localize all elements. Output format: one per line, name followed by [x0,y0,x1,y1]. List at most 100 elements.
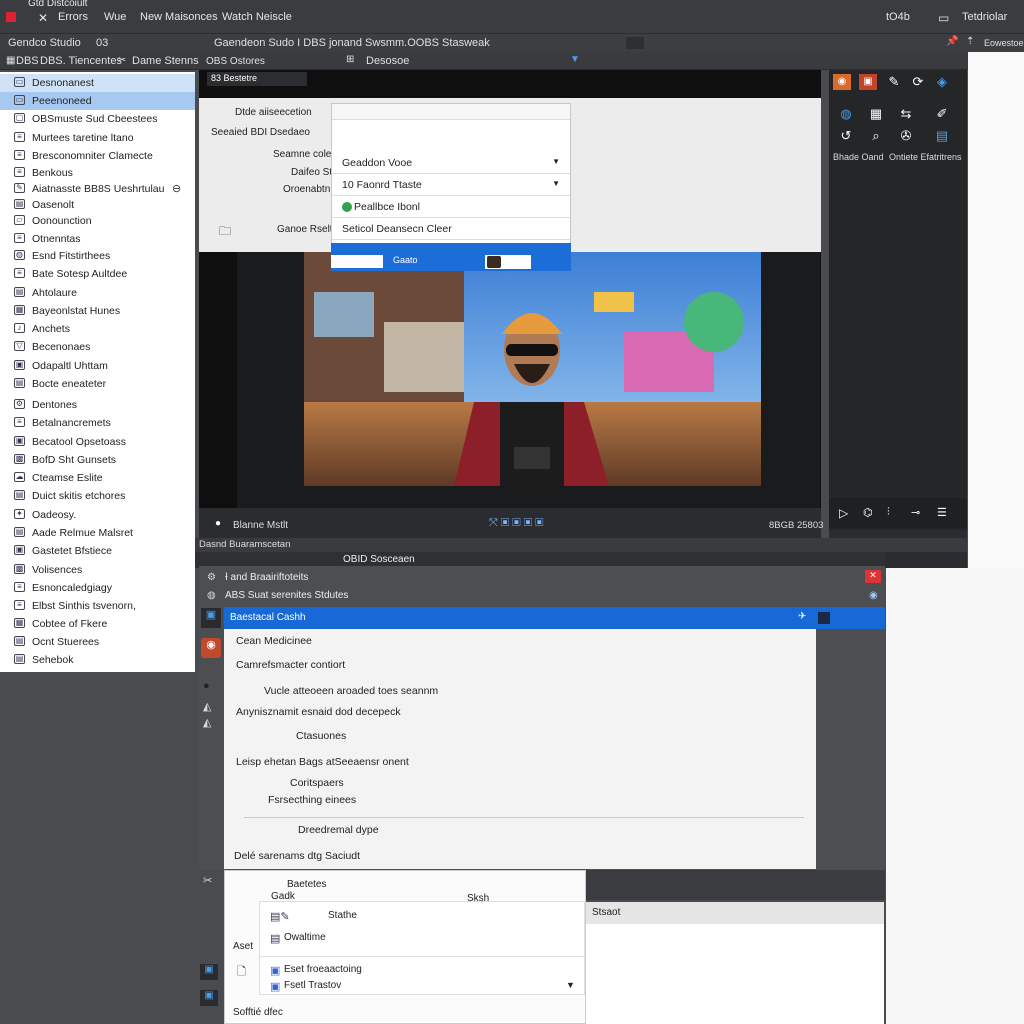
filters-item[interactable]: Fsetl Trastov [284,980,341,991]
dock-row-2[interactable]: ABS Suat serenites Stdutes [225,590,348,601]
selection-bar[interactable]: Gaato [331,243,571,271]
sidebar-item[interactable]: ▤ Aade Relmue Malsret [0,524,195,542]
mixer-icon[interactable]: ⫶ [887,506,890,519]
menu-item-2[interactable]: New Maisonces [140,11,218,23]
context-menu-item[interactable]: Anynisznamit esnaid dod decepeck [236,706,401,718]
dropdown-option[interactable]: 10 Faonrd Ttaste ▼ [332,174,570,196]
context-menu-item[interactable]: Camrefsmacter contiort [236,659,345,671]
info-icon[interactable]: ◉ [869,590,878,601]
menu-item-3[interactable]: Watch Neiscle [222,11,292,23]
scene-icon[interactable]: ▣ [201,608,221,628]
selected-source-header[interactable]: Baestacal Cashh ✈ [224,607,885,629]
tools-icon[interactable]: ✂ [203,874,212,887]
toolbar-box-icon[interactable] [626,37,644,49]
sidebar-item[interactable]: ▣ Odapaltl Uhttam [0,357,195,375]
arrow-icon[interactable]: ⇡ [966,36,974,47]
scene-icon[interactable]: ▣ [200,964,218,980]
search-icon[interactable]: ⌕ [867,128,885,144]
lock-icon[interactable] [818,612,830,624]
close-icon[interactable]: ✕ [38,11,48,25]
sidebar-item[interactable]: ▤ Sehebok [0,651,195,669]
layers-icon[interactable]: ◈ [933,74,951,90]
doc-icon[interactable]: 🗋 [237,963,246,982]
sidebar-item[interactable]: ▭ Peeenoneed [0,92,195,110]
tab-1[interactable]: DBS. Tiencentes [40,55,122,67]
dropdown-option[interactable]: Geaddon Vooe ▼ [332,152,570,174]
top-right-label-2[interactable]: Tetdriolar [962,11,1007,23]
share-icon[interactable]: ⇆ [897,106,915,122]
scene-icon[interactable]: ▣ [200,990,218,1006]
refresh-icon[interactable]: ↺ [837,128,855,144]
sidebar-item[interactable]: ▣ Gastetet Bfstiece [0,542,195,560]
dropdown-search[interactable] [332,104,570,120]
dropdown-option[interactable]: Seticol Deansecn Cleer [332,218,570,240]
image-icon[interactable]: ▣ [859,74,877,90]
context-menu-item[interactable]: Dreedremal dype [298,824,379,836]
scene-tab[interactable]: 83 Bestetre [207,72,307,86]
context-menu-item[interactable]: Ctasuones [296,730,346,742]
tools-icon[interactable]: ✇ [897,128,915,144]
menu-item-1[interactable]: Wue [104,11,126,23]
audio-icon[interactable]: ◭ [203,700,211,713]
sidebar-item[interactable]: ▱ Oonounction [0,212,195,230]
wrench-icon[interactable]: ✂ [118,55,126,66]
grid-icon[interactable]: ▦ [6,55,15,66]
sidebar-item[interactable]: ≡ Betalnancremets [0,414,195,432]
sidebar-item[interactable]: ▭ Desnonanest [0,74,195,92]
sidebar-item[interactable]: ✦ Oadeosy. [0,506,195,524]
filters-item[interactable]: Eset froeaactoing [284,964,362,975]
context-menu-item[interactable]: Vucle atteoeen aroaded toes seannm [264,685,438,697]
brush-icon[interactable]: ✎ [885,74,903,90]
dock-row-1[interactable]: Ɨ and Braairiftoteits [225,572,308,583]
top-right-label[interactable]: tO4b [886,11,910,23]
sidebar-item[interactable]: ≡ Bresconomniter Clamecte [0,147,195,165]
sidebar-item[interactable]: ⚙ Dentones [0,396,195,414]
remove-icon[interactable]: ⊖ [172,182,181,195]
sidebar-item[interactable]: ▤ Ocnt Stuerees [0,633,195,651]
pin-icon[interactable]: 📌 [946,36,958,47]
tab-2[interactable]: Dame Stenns [132,55,199,67]
play-icon[interactable]: ▷ [839,506,848,520]
context-menu-item[interactable]: Coritspaers [290,777,344,789]
window-icon[interactable]: ▭ [938,11,949,25]
mic-icon[interactable]: ● [203,680,210,692]
globe-icon[interactable]: ◍ [207,590,216,601]
input-box[interactable] [331,255,383,268]
tool-icons[interactable]: ⤧ ▣ ▣ ▣ ▣ [489,517,544,530]
sidebar-item[interactable]: ▽ Becenonaes [0,338,195,356]
sidebar-item[interactable]: ▦ Cobtee of Fkere [0,615,195,633]
toolbar-item[interactable]: 03 [96,37,108,49]
sidebar-item[interactable]: ▩ Volisences [0,561,195,579]
sidebar-item[interactable]: ≡ Murtees taretine ltano [0,129,195,147]
sidebar-item[interactable]: ▢ OBSmuste Sud Cbeestees [0,110,195,128]
chevron-down-icon[interactable]: ▼ [566,980,575,990]
sidebar-item[interactable]: ▤ Ahtolaure [0,284,195,302]
context-menu-item[interactable]: Fsrsecthing einees [268,794,356,806]
sidebar-item[interactable]: ▩ BofD Sht Gunsets [0,451,195,469]
sidebar-item[interactable]: ≡ Bate Sotesp Aultdee [0,265,195,283]
edit-icon[interactable]: ✐ [933,106,951,122]
sidebar-item[interactable]: ☁ Cteamse Eslite [0,469,195,487]
sidebar-item[interactable]: ≡ Otnenntas [0,230,195,248]
dropdown-option[interactable]: Peallbce Ibonl [332,196,570,218]
grid-icon[interactable]: ▦ [867,106,885,122]
mixer-icon[interactable]: ◭ [203,716,211,729]
source-dropdown[interactable]: Geaddon Vooe ▼ 10 Faonrd Ttaste ▼ Peallbce… [331,103,571,251]
menu-item-0[interactable]: Errors [58,11,88,23]
context-menu-item[interactable]: Delé sarenams dtg Saciudt [234,850,360,862]
table-icon[interactable]: ▤ [933,128,951,144]
sync-icon[interactable]: ⟳ [909,74,927,90]
context-menu-item[interactable]: Cean Medicinee [236,635,312,647]
filters-item[interactable]: Owaltime [284,932,326,943]
avatar[interactable] [485,255,531,269]
layers-icon[interactable]: ⊞ [346,54,354,65]
menu-icon[interactable]: ☰ [937,506,947,519]
sidebar-item[interactable]: ≡ Elbst Sinthis tsvenorn, [0,597,195,615]
settings-icon[interactable]: ⚙ [207,572,216,583]
sidebar-item[interactable]: ▤ Duict skitis etchores [0,487,195,505]
close-icon[interactable]: ✕ [865,570,881,583]
sidebar-item[interactable]: ▤ Bocte eneateter [0,375,195,393]
sidebar-item[interactable]: ≡ Esnoncaledgiagy [0,579,195,597]
folder-icon[interactable]: 🗀 [219,222,231,243]
dock-tab-label[interactable]: OBID Sosceaen [343,554,415,565]
